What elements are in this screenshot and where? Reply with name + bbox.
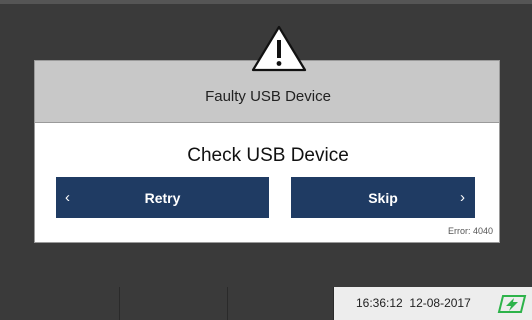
screen: Faulty USB Device Check USB Device ‹ Ret… (0, 0, 532, 320)
dialog-body: Check USB Device ‹ Retry Skip › Error: 4… (34, 123, 500, 243)
retry-button[interactable]: ‹ Retry (56, 177, 269, 218)
chevron-left-icon: ‹ (65, 189, 70, 206)
footer-button-3[interactable] (228, 287, 334, 320)
chevron-right-icon: › (460, 189, 465, 206)
error-code: Error: 4040 (447, 226, 493, 236)
battery-charging-icon (497, 295, 527, 313)
dialog-title: Faulty USB Device (205, 88, 331, 105)
date: 12-08-2017 (409, 296, 471, 310)
warning-triangle-icon (251, 25, 307, 72)
top-band (0, 0, 532, 4)
dialog-message: Check USB Device (187, 145, 349, 166)
footer-button-1[interactable] (0, 287, 120, 320)
footer-button-2[interactable] (120, 287, 228, 320)
skip-label: Skip (368, 189, 398, 206)
error-dialog: Faulty USB Device Check USB Device ‹ Ret… (34, 60, 500, 243)
time: 16:36:12 (356, 296, 403, 310)
status-area: 16:36:12 12-08-2017 (334, 287, 532, 320)
skip-button[interactable]: Skip › (291, 177, 475, 218)
footer-bar: 16:36:12 12-08-2017 (0, 287, 532, 320)
clock: 16:36:12 12-08-2017 (356, 296, 471, 310)
retry-label: Retry (144, 189, 181, 206)
